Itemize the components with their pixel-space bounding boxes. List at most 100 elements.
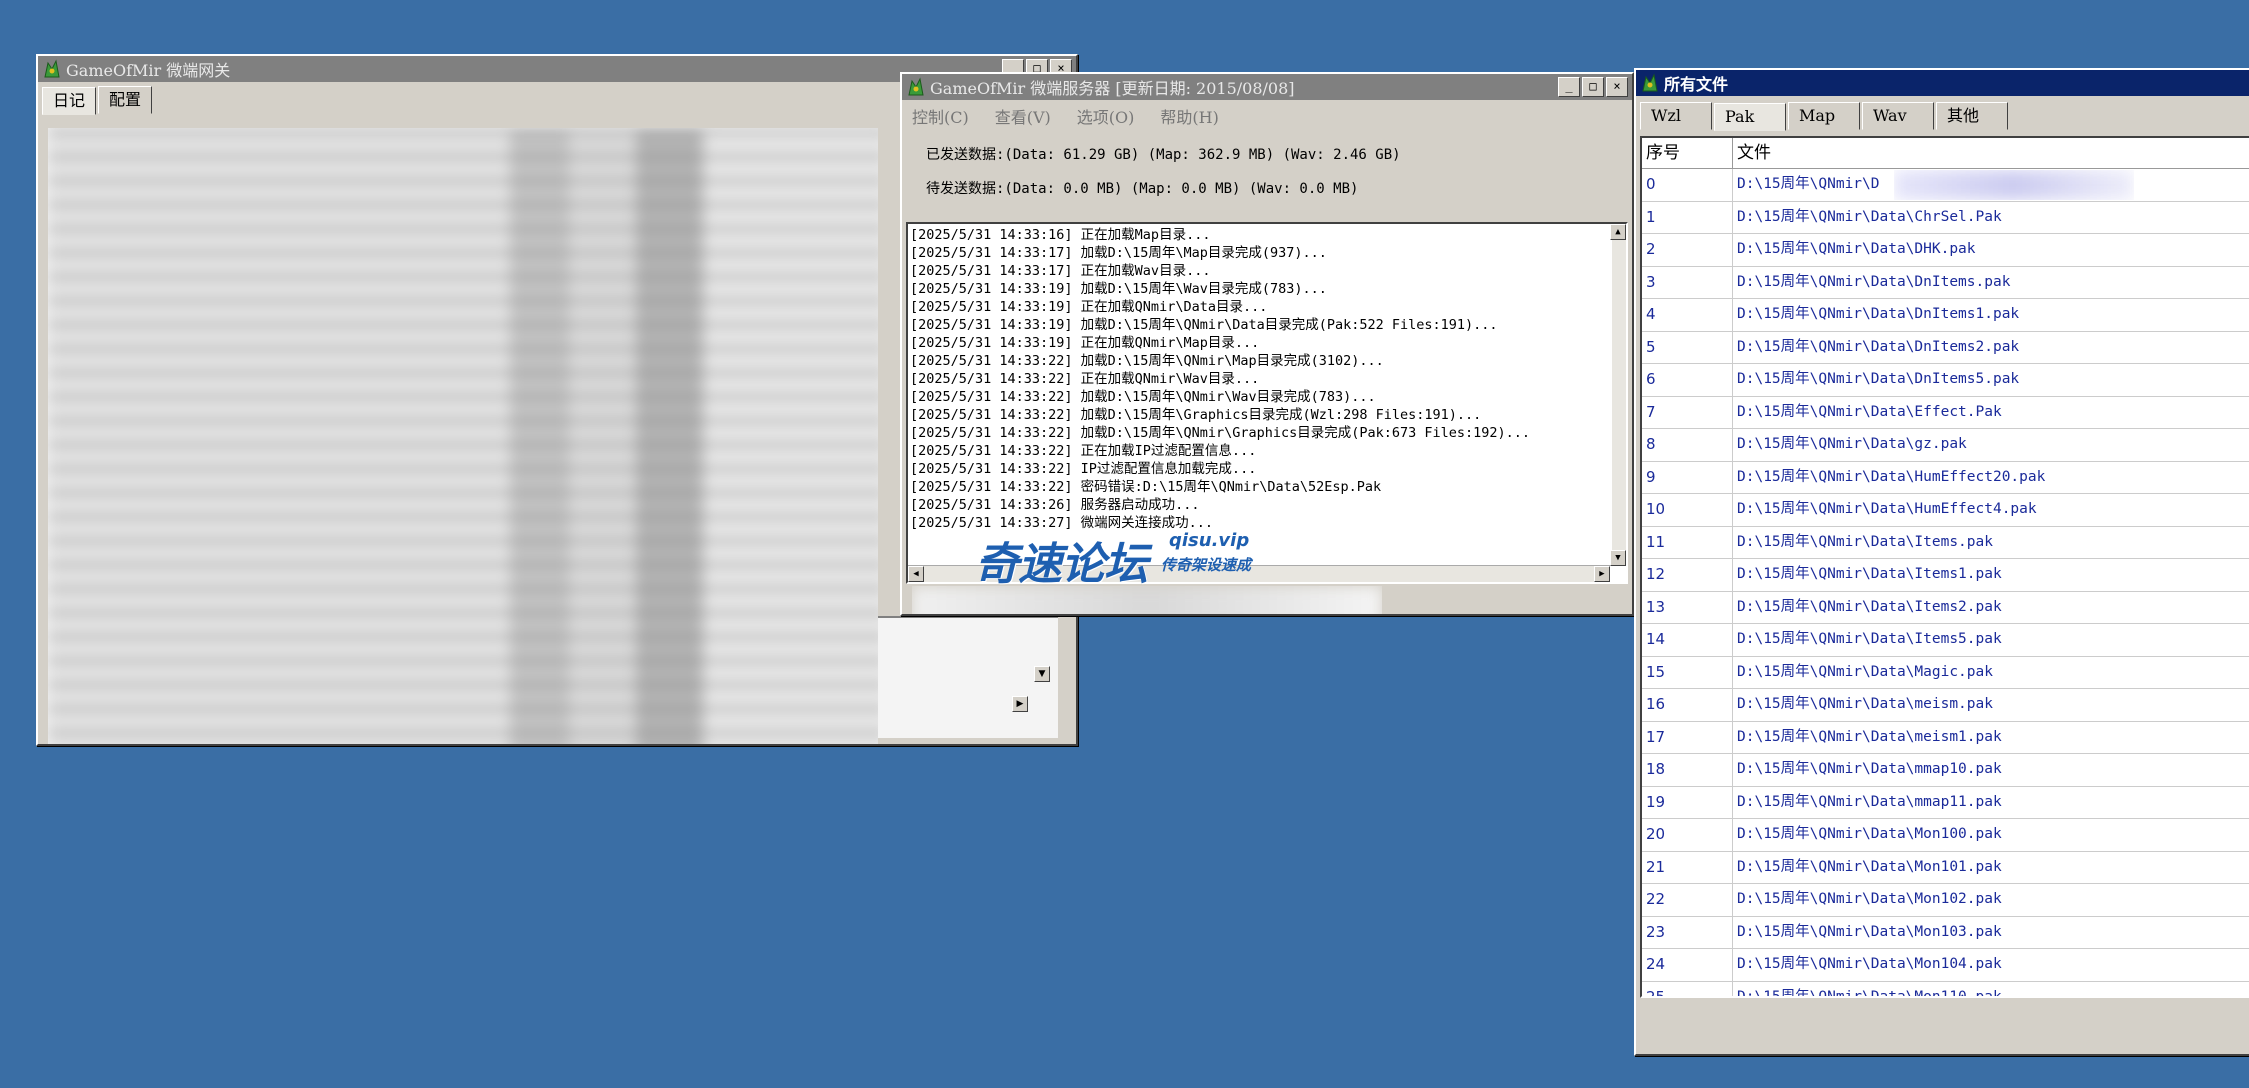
row-file-path: D:\15周年\QNmir\Data\Mon110.pak xyxy=(1737,988,2002,998)
table-row[interactable]: 21 D:\15周年\QNmir\Data\Mon101.pak xyxy=(1642,851,2249,884)
row-index: 22 xyxy=(1642,884,1733,916)
table-row[interactable]: 17 D:\15周年\QNmir\Data\meism1.pak xyxy=(1642,721,2249,754)
log-line: [2025/5/31 14:33:22] 加载D:\15周年\QNmir\Gra… xyxy=(910,425,1531,441)
files-titlebar[interactable]: 所有文件 xyxy=(1636,70,2249,96)
app-icon xyxy=(42,59,62,79)
table-row[interactable]: 9 D:\15周年\QNmir\Data\HumEffect20.pak xyxy=(1642,461,2249,494)
table-row[interactable]: 8 D:\15周年\QNmir\Data\gz.pak xyxy=(1642,429,2249,462)
table-row[interactable]: 5 D:\15周年\QNmir\Data\DnItems2.pak xyxy=(1642,331,2249,364)
column-file[interactable]: 文件 xyxy=(1733,138,2249,168)
log-line: [2025/5/31 14:33:22] 正在加载QNmir\Wav目录... xyxy=(910,371,1260,387)
table-row[interactable]: 10 D:\15周年\QNmir\Data\HumEffect4.pak xyxy=(1642,494,2249,527)
menu-help[interactable]: 帮助(H) xyxy=(1160,104,1218,128)
stats-panel: 已发送数据:(Data: 61.29 GB) (Map: 362.9 MB) (… xyxy=(902,132,1632,212)
row-file-path: D:\15周年\QNmir\Data\Items.pak xyxy=(1737,533,1993,550)
row-file-path: D:\15周年\QNmir\Data\HumEffect4.pak xyxy=(1737,501,2037,517)
row-file-path: D:\15周年\QNmir\Data\Mon101.pak xyxy=(1737,858,2002,875)
column-index[interactable]: 序号 xyxy=(1642,138,1733,168)
files-window[interactable]: 所有文件 Wzl Pak Map Wav 其他 序号 文件 0 D:\15周年\Q… xyxy=(1634,68,2249,1056)
row-index: 17 xyxy=(1642,721,1733,753)
table-row[interactable]: 4 D:\15周年\QNmir\Data\DnItems1.pak xyxy=(1642,299,2249,332)
table-row[interactable]: 1 D:\15周年\QNmir\Data\ChrSel.Pak xyxy=(1642,201,2249,234)
row-file-path: D:\15周年\QNmir\Data\Mon103.pak xyxy=(1737,923,2002,940)
table-row[interactable]: 13 D:\15周年\QNmir\Data\Items2.pak xyxy=(1642,591,2249,624)
row-index: 11 xyxy=(1642,526,1733,558)
menu-control[interactable]: 控制(C) xyxy=(912,104,969,128)
blurred-content xyxy=(48,128,878,744)
row-index: 18 xyxy=(1642,754,1733,786)
maximize-button[interactable]: □ xyxy=(1582,77,1604,97)
gateway-log-area xyxy=(48,128,878,744)
row-index: 9 xyxy=(1642,461,1733,493)
table-row[interactable]: 16 D:\15周年\QNmir\Data\meism.pak xyxy=(1642,689,2249,722)
table-row[interactable]: 24 D:\15周年\QNmir\Data\Mon104.pak xyxy=(1642,949,2249,982)
log-line: [2025/5/31 14:33:16] 正在加载Map目录... xyxy=(910,227,1211,243)
table-row[interactable]: 19 D:\15周年\QNmir\Data\mmap11.pak xyxy=(1642,786,2249,819)
files-table[interactable]: 序号 文件 0 D:\15周年\QNmir\D 1 D:\15周年\QNmir\Dat… xyxy=(1640,136,2249,998)
row-file-path: D:\15周年\QNmir\Data\DnItems1.pak xyxy=(1737,306,2020,322)
gateway-scroll-area: ▼ ▶ xyxy=(878,616,1058,738)
watermark-sub: 传奇架设速成 xyxy=(1161,556,1252,574)
log-line: [2025/5/31 14:33:19] 正在加载QNmir\Data目录... xyxy=(910,299,1268,315)
scroll-right-icon[interactable]: ▶ xyxy=(1594,566,1610,582)
server-title: GameOfMir 微端服务器 [更新日期: 2015/08/08] xyxy=(930,79,1295,98)
row-file-path: D:\15周年\QNmir\Data\Items1.pak xyxy=(1737,566,2002,582)
table-row[interactable]: 20 D:\15周年\QNmir\Data\Mon100.pak xyxy=(1642,819,2249,852)
row-index: 2 xyxy=(1642,234,1733,266)
scroll-up-icon[interactable]: ▲ xyxy=(1610,224,1626,240)
table-row[interactable]: 3 D:\15周年\QNmir\Data\DnItems.pak xyxy=(1642,266,2249,299)
row-index: 12 xyxy=(1642,559,1733,591)
table-row[interactable]: 15 D:\15周年\QNmir\Data\Magic.pak xyxy=(1642,656,2249,689)
watermark-main: 奇速论坛 xyxy=(975,539,1148,590)
vertical-scrollbar[interactable]: ▲ ▼ xyxy=(1610,224,1626,566)
row-file-path: D:\15周年\QNmir\Data\mmap10.pak xyxy=(1737,761,2002,777)
server-titlebar[interactable]: GameOfMir 微端服务器 [更新日期: 2015/08/08] _ □ × xyxy=(902,74,1632,100)
row-index: 23 xyxy=(1642,916,1733,948)
table-row[interactable]: 18 D:\15周年\QNmir\Data\mmap10.pak xyxy=(1642,754,2249,787)
table-row[interactable]: 23 D:\15周年\QNmir\Data\Mon103.pak xyxy=(1642,916,2249,949)
tab-wav[interactable]: Wav xyxy=(1862,102,1934,130)
log-line: [2025/5/31 14:33:22] 加载D:\15周年\QNmir\Map… xyxy=(910,353,1384,369)
table-row[interactable]: 14 D:\15周年\QNmir\Data\Items5.pak xyxy=(1642,624,2249,657)
row-index: 3 xyxy=(1642,266,1733,298)
tab-config[interactable]: 配置 xyxy=(98,86,153,114)
tab-pak[interactable]: Pak xyxy=(1714,103,1786,131)
tab-log[interactable]: 日记 xyxy=(42,87,97,115)
tab-wzl[interactable]: Wzl xyxy=(1640,102,1712,130)
row-file-path: D:\15周年\QNmir\Data\mmap11.pak xyxy=(1737,793,2002,810)
scroll-left-icon[interactable]: ◀ xyxy=(908,566,924,582)
watermark-url: qisu.vip xyxy=(1169,530,1250,551)
log-line: [2025/5/31 14:33:22] 密码错误:D:\15周年\QNmir\… xyxy=(910,479,1382,495)
menu-options[interactable]: 选项(O) xyxy=(1077,104,1135,128)
table-row[interactable]: 11 D:\15周年\QNmir\Data\Items.pak xyxy=(1642,526,2249,559)
log-line: [2025/5/31 14:33:22] IP过滤配置信息加载完成... xyxy=(910,461,1257,477)
scroll-right-icon[interactable]: ▶ xyxy=(1012,696,1028,712)
log-lines: [2025/5/31 14:33:16] 正在加载Map目录... [2025/5… xyxy=(908,224,1626,532)
row-file-path: D:\15周年\QNmir\Data\HumEffect20.pak xyxy=(1737,468,2046,485)
forum-watermark: 奇速论坛 qisu.vip 传奇架设速成 xyxy=(975,528,1251,592)
row-file-path: D:\15周年\QNmir\Data\Mon104.pak xyxy=(1737,956,2002,972)
table-row[interactable]: 25 D:\15周年\QNmir\Data\Mon110.pak xyxy=(1642,981,2249,998)
row-file-path: D:\15周年\QNmir\Data\gz.pak xyxy=(1737,436,1967,452)
table-row[interactable]: 22 D:\15周年\QNmir\Data\Mon102.pak xyxy=(1642,884,2249,917)
scroll-down-icon[interactable]: ▼ xyxy=(1034,666,1050,682)
close-button[interactable]: × xyxy=(1606,77,1628,97)
menu-view[interactable]: 查看(V) xyxy=(995,104,1051,128)
minimize-button[interactable]: _ xyxy=(1558,77,1580,97)
log-line: [2025/5/31 14:33:17] 加载D:\15周年\Map目录完成(9… xyxy=(910,245,1327,261)
row-index: 15 xyxy=(1642,656,1733,688)
table-row[interactable]: 12 D:\15周年\QNmir\Data\Items1.pak xyxy=(1642,559,2249,592)
row-index: 6 xyxy=(1642,364,1733,396)
scroll-down-icon[interactable]: ▼ xyxy=(1610,550,1626,566)
table-row[interactable]: 7 D:\15周年\QNmir\Data\Effect.Pak xyxy=(1642,396,2249,429)
gateway-title: GameOfMir 微端网关 xyxy=(66,61,231,80)
row-index: 20 xyxy=(1642,819,1733,851)
tab-other[interactable]: 其他 xyxy=(1936,102,2008,130)
row0-blur xyxy=(1894,170,2134,200)
pending-stats: 待发送数据:(Data: 0.0 MB) (Map: 0.0 MB) (Wav:… xyxy=(926,181,1359,197)
files-title: 所有文件 xyxy=(1664,75,1729,94)
table-row[interactable]: 6 D:\15周年\QNmir\Data\DnItems5.pak xyxy=(1642,364,2249,397)
row-file-path: D:\15周年\QNmir\Data\Mon102.pak xyxy=(1737,891,2002,907)
tab-map[interactable]: Map xyxy=(1788,102,1860,130)
table-row[interactable]: 2 D:\15周年\QNmir\Data\DHK.pak xyxy=(1642,234,2249,267)
